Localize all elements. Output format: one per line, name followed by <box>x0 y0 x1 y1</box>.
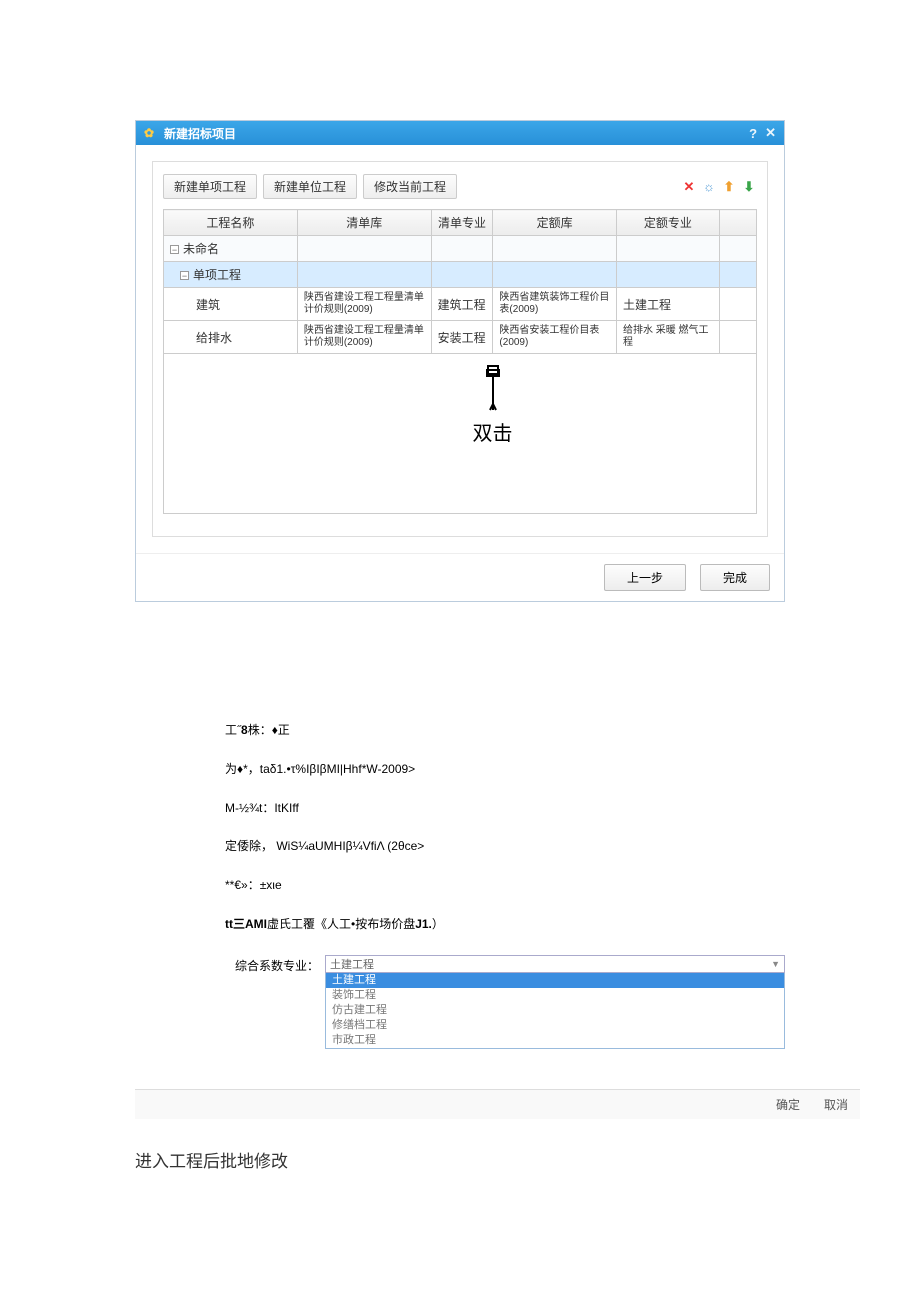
new-subproject-button[interactable]: 新建单项工程 <box>163 174 257 199</box>
new-unitproject-button[interactable]: 新建单位工程 <box>263 174 357 199</box>
dialog-content-panel: 新建单项工程 新建单位工程 修改当前工程 ✕ ☼ ⬆ ⬇ 工程名称 <box>152 161 768 537</box>
text-line: tt三AMI虚氏工覆《人工•按布场价盘J1.） <box>225 916 785 933</box>
text-line: **€»：±xιe <box>225 877 785 894</box>
combo-label: 综合系数专业： <box>225 955 325 974</box>
text-line: 工˝8株：♦正 <box>225 722 785 739</box>
col-header-blank <box>719 210 756 236</box>
dialog-footer: 上一步 完成 <box>136 553 784 601</box>
chevron-down-icon: ▼ <box>771 959 780 969</box>
tree-collapse-icon[interactable]: − <box>170 245 179 254</box>
combo-option[interactable]: 仿古建工程 <box>326 1003 784 1018</box>
row-lib2: 陕西省建筑装饰工程价目表(2009) <box>499 292 609 315</box>
combo-value: 土建工程 <box>330 956 374 972</box>
col-header-prof1: 清单专业 <box>431 210 493 236</box>
text-line: 定倭除， WiS¼aUMHIβ¼VfiΛ (2θce> <box>225 838 785 855</box>
combo-option[interactable]: 市政工程 <box>326 1033 784 1048</box>
project-tree-table: 工程名称 清单库 清单专业 定额库 定额专业 −未命名 <box>163 209 757 354</box>
row-lib1: 陕西省建设工程工程量清单计价规则(2009) <box>304 292 424 315</box>
move-down-icon[interactable]: ⬇ <box>741 179 757 195</box>
tree-group-row[interactable]: −单项工程 <box>164 262 757 288</box>
group-label: 单项工程 <box>193 268 241 282</box>
new-project-dialog: ✿ 新建招标项目 ? ✕ 新建单项工程 新建单位工程 修改当前工程 ✕ ☼ ⬆ <box>135 120 785 602</box>
col-header-prof2: 定额专业 <box>616 210 719 236</box>
row-prof2: 给排水 采暖 燃气工程 <box>623 325 709 348</box>
row-lib1: 陕西省建设工程工程量清单计价规则(2009) <box>304 325 424 348</box>
table-row[interactable]: 给排水 陕西省建设工程工程量清单计价规则(2009) 安装工程 陕西省安装工程价… <box>164 321 757 354</box>
help-icon[interactable]: ? <box>749 126 757 141</box>
dialog-toolbar: 新建单项工程 新建单位工程 修改当前工程 ✕ ☼ ⬆ ⬇ <box>163 174 757 199</box>
document-caption: 进入工程后批地修改 <box>135 1147 785 1172</box>
table-row[interactable]: 建筑 陕西省建设工程工程量清单计价规则(2009) 建筑工程 陕西省建筑装饰工程… <box>164 288 757 321</box>
table-empty-area <box>163 354 757 514</box>
row-prof1: 建筑工程 <box>438 298 486 312</box>
document-text-block: 工˝8株：♦正 为♦*，taδ1.•τ%IβIβMI|Hhf*W-2009> M… <box>225 722 785 933</box>
root-label: 未命名 <box>183 242 219 256</box>
combo-option[interactable]: 装饰工程 <box>326 988 784 1003</box>
gear-icon: ✿ <box>144 126 158 140</box>
ok-button[interactable]: 确定 <box>776 1096 800 1113</box>
combo-option[interactable]: 土建工程 <box>326 973 784 988</box>
combo-row: 综合系数专业： 土建工程 ▼ 土建工程 装饰工程 仿古建工程 修缮档工程 市政工… <box>225 955 785 1049</box>
tree-collapse-icon[interactable]: − <box>180 271 189 280</box>
finish-button[interactable]: 完成 <box>700 564 770 591</box>
delete-icon[interactable]: ✕ <box>681 179 697 195</box>
edit-current-button[interactable]: 修改当前工程 <box>363 174 457 199</box>
tree-root-row[interactable]: −未命名 <box>164 236 757 262</box>
move-up-icon[interactable]: ⬆ <box>721 179 737 195</box>
close-icon[interactable]: ✕ <box>765 125 776 141</box>
cancel-button[interactable]: 取消 <box>824 1096 848 1113</box>
row-name: 给排水 <box>196 331 232 345</box>
col-header-name: 工程名称 <box>164 210 298 236</box>
col-header-lib2: 定额库 <box>493 210 617 236</box>
combo-option[interactable]: 修缮档工程 <box>326 1018 784 1033</box>
prev-button[interactable]: 上一步 <box>604 564 686 591</box>
profession-combobox[interactable]: 土建工程 ▼ <box>325 955 785 973</box>
settings-icon[interactable]: ☼ <box>701 179 717 195</box>
text-line: 为♦*，taδ1.•τ%IβIβMI|Hhf*W-2009> <box>225 761 785 778</box>
row-name: 建筑 <box>196 298 220 312</box>
col-header-lib1: 清单库 <box>297 210 431 236</box>
row-prof1: 安装工程 <box>438 331 486 345</box>
combo-dropdown: 土建工程 装饰工程 仿古建工程 修缮档工程 市政工程 <box>325 973 785 1049</box>
lower-dialog-footer: 确定 取消 <box>135 1089 860 1119</box>
dialog-title: 新建招标项目 <box>164 125 236 142</box>
text-line: M-½¾t：ItKIff <box>225 800 785 817</box>
dialog-titlebar: ✿ 新建招标项目 ? ✕ <box>136 121 784 145</box>
row-lib2: 陕西省安装工程价目表(2009) <box>499 325 599 348</box>
row-prof2: 土建工程 <box>623 298 671 312</box>
